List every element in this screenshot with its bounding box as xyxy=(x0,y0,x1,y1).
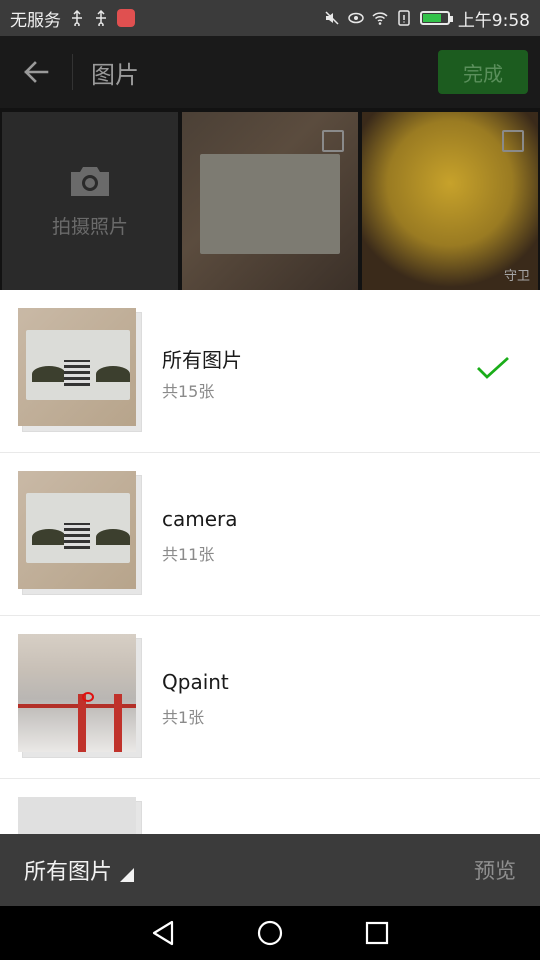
usb-icon xyxy=(96,10,106,26)
checkmark-icon xyxy=(477,356,509,379)
album-item[interactable]: 所有图片 共15张 xyxy=(0,290,540,453)
album-count: 共1张 xyxy=(162,708,205,727)
arrow-left-icon xyxy=(24,61,49,83)
photo-thumbnail[interactable] xyxy=(182,112,358,290)
album-selector-label: 所有图片 xyxy=(24,860,113,885)
album-item[interactable]: camera 共11张 xyxy=(0,453,540,616)
nav-back-icon xyxy=(153,920,174,946)
album-selector-button[interactable]: 所有图片 xyxy=(24,854,135,886)
album-name: camera xyxy=(162,507,238,531)
album-count: 共11张 xyxy=(162,545,215,564)
album-cover xyxy=(18,634,142,758)
album-name: 所有图片 xyxy=(162,348,242,372)
page-title: 图片 xyxy=(91,60,139,89)
select-checkbox[interactable] xyxy=(502,130,524,152)
take-photo-label: 拍摄照片 xyxy=(51,215,128,238)
album-item[interactable] xyxy=(0,779,540,834)
nav-back-button[interactable] xyxy=(143,913,183,953)
album-list: 所有图片 共15张 camera 共11张 Qpaint 共1张 xyxy=(0,290,540,834)
photo-grid: 拍摄照片 守卫 xyxy=(0,108,540,290)
app-notification-icon xyxy=(117,9,135,27)
mute-icon xyxy=(325,11,339,25)
album-cover-image xyxy=(18,634,136,752)
battery-icon xyxy=(419,11,453,25)
nav-home-icon xyxy=(257,920,283,946)
sim-icon xyxy=(398,10,410,26)
select-checkbox[interactable] xyxy=(322,130,344,152)
photo-tag: 守卫 xyxy=(503,269,530,284)
photo-thumbnail[interactable]: 守卫 xyxy=(362,112,538,290)
photo-content xyxy=(200,154,340,254)
preview-button[interactable]: 预览 xyxy=(474,855,516,885)
camera-icon xyxy=(71,166,109,196)
album-cover-image xyxy=(18,308,136,426)
take-photo-tile[interactable]: 拍摄照片 xyxy=(2,112,178,290)
album-item[interactable]: Qpaint 共1张 xyxy=(0,616,540,779)
header-divider xyxy=(72,54,73,90)
nav-recents-icon xyxy=(365,921,388,945)
system-nav-bar xyxy=(0,906,540,960)
eye-icon xyxy=(348,12,364,24)
bottom-toolbar: 所有图片 预览 xyxy=(0,834,540,906)
album-cover xyxy=(18,797,142,834)
carrier-label: 无服务 xyxy=(10,10,61,31)
nav-home-button[interactable] xyxy=(250,913,290,953)
clock: 上午9:58 xyxy=(457,10,530,31)
usb-icon xyxy=(72,10,82,26)
album-cover-image xyxy=(18,471,136,589)
status-bar: 无服务 上午9:58 xyxy=(0,0,540,36)
dropdown-triangle-icon xyxy=(120,868,135,882)
album-cover xyxy=(18,308,142,432)
album-cover xyxy=(18,471,142,595)
album-count: 共15张 xyxy=(162,382,215,401)
album-cover-image xyxy=(18,797,136,834)
back-button[interactable] xyxy=(0,36,72,108)
top-app-bar: 图片 完成 xyxy=(0,36,540,108)
album-name: Qpaint xyxy=(162,670,229,694)
nav-recents-button[interactable] xyxy=(357,913,397,953)
done-button[interactable]: 完成 xyxy=(438,50,528,94)
wifi-icon xyxy=(372,12,388,25)
